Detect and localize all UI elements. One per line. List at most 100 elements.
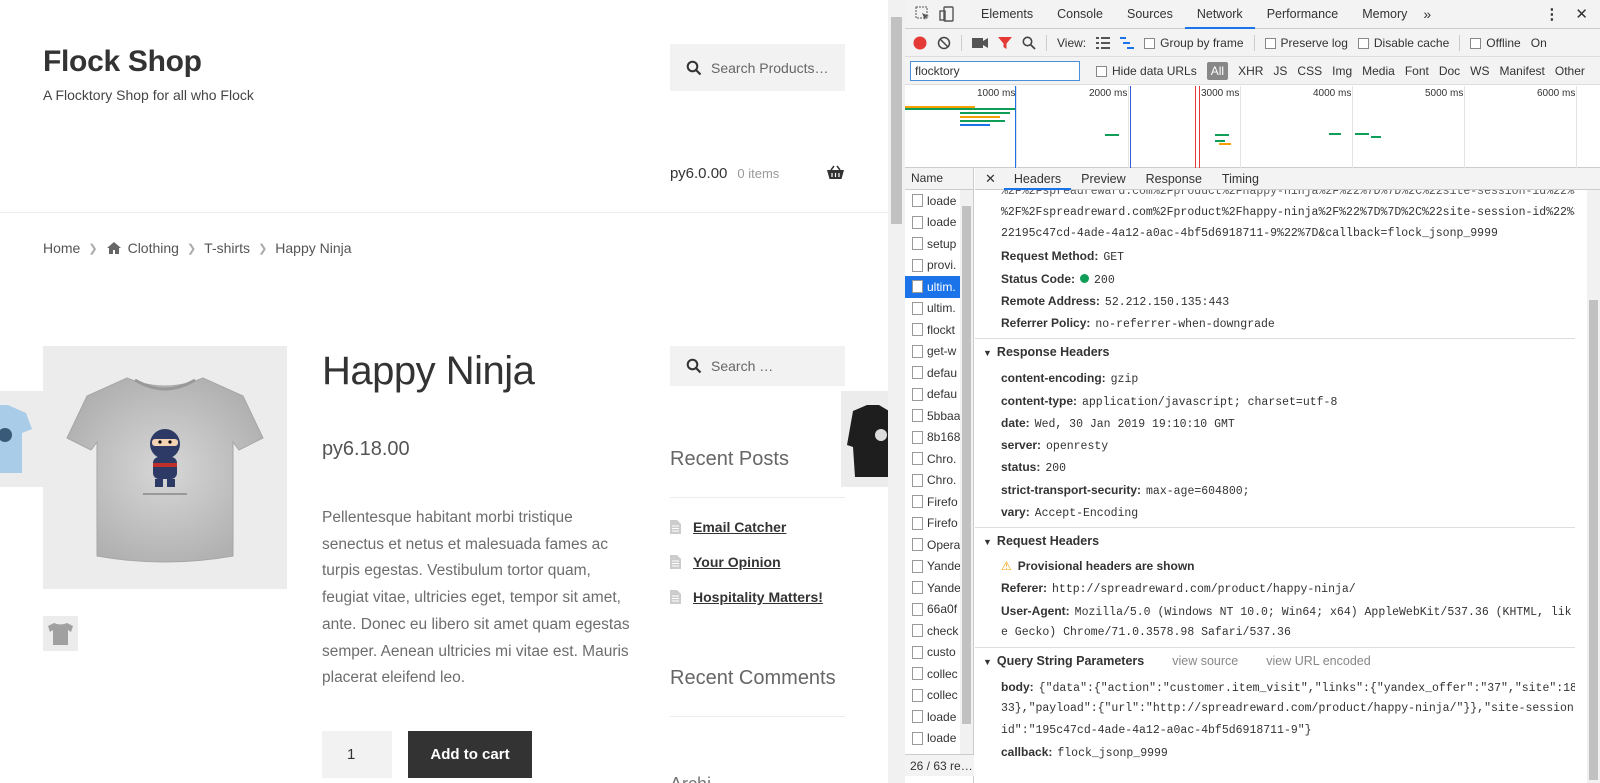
search-icon[interactable] — [1022, 36, 1036, 50]
close-detail-icon[interactable]: ✕ — [975, 171, 1004, 187]
name-column-header[interactable]: Name — [905, 168, 973, 190]
recent-post-item[interactable]: Email Catcher — [670, 519, 786, 535]
recent-post-link[interactable]: Email Catcher — [693, 519, 786, 535]
close-icon[interactable]: ✕ — [1575, 5, 1588, 23]
tab-memory[interactable]: Memory — [1350, 0, 1419, 29]
page-scrollbar-thumb[interactable] — [891, 17, 902, 224]
network-overview-timeline[interactable]: 1000 ms 2000 ms 3000 ms 4000 ms 5000 ms … — [905, 86, 1600, 168]
tab-headers[interactable]: Headers — [1003, 168, 1072, 190]
offline-checkbox[interactable]: Offline — [1470, 36, 1521, 50]
file-icon — [912, 581, 923, 595]
tab-network[interactable]: Network — [1184, 0, 1255, 29]
device-toolbar-icon[interactable] — [939, 6, 955, 22]
filter-type-ws[interactable]: WS — [1470, 64, 1489, 78]
devtools-panel: Elements Console Sources Network Perform… — [905, 0, 1600, 783]
file-icon — [912, 215, 923, 229]
filter-icon[interactable] — [998, 36, 1012, 50]
breadcrumb-tshirts[interactable]: T-shirts — [204, 240, 250, 256]
view-url-encoded-link[interactable]: view URL encoded — [1266, 654, 1370, 668]
request-name: provi. — [927, 258, 957, 273]
basket-icon[interactable] — [826, 165, 845, 181]
file-icon — [912, 237, 923, 251]
detail-tabbar: ✕ Headers Preview Response Timing — [975, 168, 1600, 190]
request-list-scrollbar[interactable] — [960, 190, 973, 754]
request-name: 5bbaa — [927, 408, 961, 423]
filter-type-media[interactable]: Media — [1362, 64, 1395, 78]
warning-icon: ⚠ — [1001, 559, 1012, 573]
widget-divider — [670, 716, 845, 717]
filter-type-js[interactable]: JS — [1273, 64, 1287, 78]
url-fragment: %2F%2Fspreadreward.com%2Fproduct%2Fhappy… — [1001, 190, 1575, 198]
filter-type-font[interactable]: Font — [1405, 64, 1429, 78]
request-name: ultim. — [927, 279, 956, 294]
camera-icon[interactable] — [972, 37, 988, 49]
filter-type-all[interactable]: All — [1206, 61, 1229, 80]
request-header-row: Referer: http://spreadreward.com/product/… — [1001, 581, 1356, 596]
breadcrumb-home[interactable]: Home — [43, 240, 80, 256]
tab-preview[interactable]: Preview — [1071, 172, 1135, 186]
product-search-placeholder: Search Products… — [711, 59, 829, 76]
product-gallery-thumbnail[interactable] — [43, 616, 78, 651]
add-to-cart-button[interactable]: Add to cart — [408, 731, 532, 778]
quantity-input[interactable]: 1 — [322, 731, 392, 778]
record-icon[interactable] — [913, 36, 927, 50]
request-name: ultim. — [927, 301, 956, 316]
general-row: Referrer Policy: no-referrer-when-downgra… — [1001, 316, 1275, 331]
cart-summary[interactable]: ру6.0.00 0 items — [670, 161, 845, 185]
recent-post-item[interactable]: Hospitality Matters! — [670, 589, 823, 605]
recent-post-link[interactable]: Hospitality Matters! — [693, 589, 823, 605]
group-by-frame-checkbox[interactable]: Group by frame — [1144, 36, 1244, 50]
file-icon — [912, 344, 923, 358]
filter-type-other[interactable]: Other — [1555, 64, 1585, 78]
filter-type-css[interactable]: CSS — [1297, 64, 1322, 78]
request-name: loade — [927, 193, 957, 208]
filter-type-manifest[interactable]: Manifest — [1500, 64, 1545, 78]
tab-sources[interactable]: Sources — [1115, 0, 1185, 29]
tab-elements[interactable]: Elements — [969, 0, 1045, 29]
recent-post-item[interactable]: Your Opinion — [670, 554, 781, 570]
product-main-image[interactable] — [43, 346, 287, 589]
recent-post-link[interactable]: Your Opinion — [693, 554, 781, 570]
next-product-thumbnail[interactable] — [841, 391, 888, 487]
tab-performance[interactable]: Performance — [1255, 0, 1351, 29]
file-icon — [912, 452, 923, 466]
filter-input[interactable]: flocktory — [910, 60, 1080, 81]
tab-console[interactable]: Console — [1045, 0, 1115, 29]
tab-timing[interactable]: Timing — [1212, 172, 1269, 186]
clear-icon[interactable] — [937, 36, 951, 50]
breadcrumb: Home ❯ Clothing ❯ T-shirts ❯ Happy Ninja — [43, 240, 352, 256]
request-name: loade — [927, 731, 957, 746]
site-title[interactable]: Flock Shop — [43, 45, 202, 79]
product-search-input[interactable]: Search Products… — [670, 44, 845, 91]
file-icon — [912, 710, 923, 724]
prev-product-thumbnail[interactable] — [0, 391, 46, 487]
list-view-icon[interactable] — [1096, 36, 1111, 49]
waterfall-view-icon[interactable] — [1120, 36, 1135, 49]
filter-type-img[interactable]: Img — [1332, 64, 1352, 78]
response-headers-section[interactable]: ▼ Response Headers — [975, 338, 1575, 359]
request-name: flockt — [927, 322, 956, 337]
file-icon — [912, 280, 923, 294]
page-scrollbar[interactable] — [888, 0, 905, 783]
breadcrumb-clothing[interactable]: Clothing — [128, 240, 179, 256]
inspect-element-icon[interactable] — [915, 6, 931, 22]
kebab-menu-icon[interactable]: ⋮ — [1544, 5, 1559, 23]
tab-response[interactable]: Response — [1136, 172, 1212, 186]
breadcrumb-current: Happy Ninja — [275, 240, 352, 256]
filter-type-xhr[interactable]: XHR — [1238, 64, 1263, 78]
hide-data-urls-checkbox[interactable]: Hide data URLs — [1096, 64, 1197, 78]
response-header-row: content-type: application/javascript; cha… — [1001, 394, 1338, 409]
throttling-select[interactable]: On — [1531, 36, 1547, 50]
request-headers-section[interactable]: ▼ Request Headers — [975, 527, 1575, 548]
more-tabs-icon[interactable]: » — [1423, 6, 1431, 22]
disable-cache-checkbox[interactable]: Disable cache — [1357, 36, 1449, 50]
chevron-right-icon: ❯ — [186, 242, 197, 255]
document-icon — [670, 520, 681, 534]
sidebar-search-input[interactable]: Search … — [670, 346, 845, 386]
filter-type-doc[interactable]: Doc — [1439, 64, 1460, 78]
preserve-log-checkbox[interactable]: Preserve log — [1264, 36, 1348, 50]
query-string-section[interactable]: ▼ Query String Parameters view source view … — [975, 647, 1575, 668]
view-source-link[interactable]: view source — [1172, 654, 1238, 668]
timeline-tick: 3000 ms — [1201, 88, 1240, 99]
detail-scrollbar[interactable] — [1587, 190, 1600, 783]
